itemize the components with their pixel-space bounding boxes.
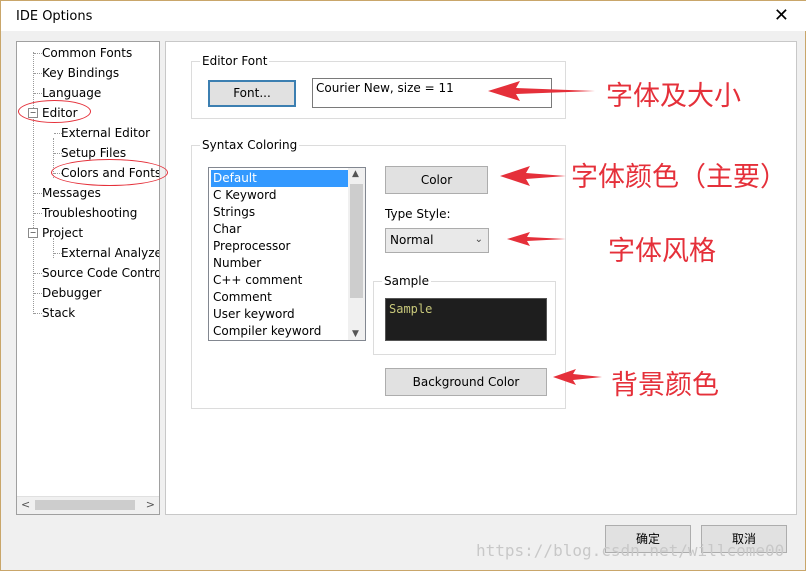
- tree-item-key-bindings[interactable]: Key Bindings: [42, 65, 119, 81]
- scroll-up-icon[interactable]: ▲: [352, 169, 359, 179]
- scroll-down-icon[interactable]: ▼: [352, 329, 359, 339]
- list-item[interactable]: Char: [211, 221, 349, 238]
- list-vertical-scrollbar[interactable]: ▲ ▼: [348, 168, 365, 340]
- tree-item-messages[interactable]: Messages: [42, 185, 101, 201]
- tree-horizontal-scrollbar[interactable]: < >: [17, 496, 159, 514]
- list-item[interactable]: Default: [211, 170, 349, 187]
- type-style-label: Type Style:: [385, 207, 451, 221]
- tree-item-troubleshooting[interactable]: Troubleshooting: [42, 205, 137, 221]
- tree-item-language[interactable]: Language: [42, 85, 101, 101]
- list-item[interactable]: Number: [211, 255, 349, 272]
- watermark: https://blog.csdn.net/willcome00: [476, 541, 785, 560]
- sample-preview: Sample: [385, 298, 547, 341]
- type-style-value: Normal: [390, 233, 434, 247]
- list-item[interactable]: C++ comment: [211, 272, 349, 289]
- tree-connector: [34, 213, 42, 214]
- tree-item-common-fonts[interactable]: Common Fonts: [42, 45, 132, 61]
- tree-guide: [33, 52, 34, 314]
- font-button[interactable]: Font...: [208, 80, 296, 107]
- scroll-thumb[interactable]: [350, 184, 363, 298]
- annotation-font-style: 字体风格: [608, 236, 716, 267]
- tree-item-external-editor[interactable]: External Editor: [61, 125, 150, 141]
- tree-item-external-analyzer[interactable]: External Analyzer: [61, 245, 159, 261]
- tree-item-project[interactable]: Project: [42, 225, 83, 241]
- scroll-thumb[interactable]: [35, 500, 135, 510]
- list-item[interactable]: Compiler keyword: [211, 323, 349, 340]
- highlight-oval-editor: [18, 100, 91, 123]
- tree-item-stack[interactable]: Stack: [42, 305, 75, 321]
- tree-connector: [34, 273, 42, 274]
- tree-guide: [53, 238, 54, 258]
- chevron-down-icon: ⌄: [474, 234, 483, 245]
- list-item[interactable]: User keyword: [211, 306, 349, 323]
- list-item[interactable]: Comment: [211, 289, 349, 306]
- title-bar: IDE Options ✕: [1, 1, 806, 31]
- list-item[interactable]: Strings: [211, 204, 349, 221]
- scroll-left-icon[interactable]: <: [21, 498, 30, 511]
- list-item[interactable]: C Keyword: [211, 187, 349, 204]
- annotation-font-size: 字体及大小: [606, 81, 741, 112]
- tree-connector: [34, 93, 42, 94]
- collapse-icon[interactable]: −: [28, 228, 38, 238]
- editor-font-legend: Editor Font: [200, 54, 270, 68]
- editor-font-group: Editor Font Font... Courier New, size = …: [191, 54, 566, 119]
- current-font-field: Courier New, size = 11: [312, 78, 552, 108]
- scroll-right-icon[interactable]: >: [146, 498, 155, 511]
- highlight-oval-colors-and-fonts: [51, 159, 168, 186]
- tree-item-debugger[interactable]: Debugger: [42, 285, 101, 301]
- tree-connector: [34, 53, 42, 54]
- background-color-button[interactable]: Background Color: [385, 368, 547, 396]
- color-button[interactable]: Color: [385, 166, 488, 194]
- window-title: IDE Options: [16, 9, 93, 24]
- list-item[interactable]: Preprocessor: [211, 238, 349, 255]
- tree-connector: [34, 193, 42, 194]
- syntax-coloring-group: Syntax Coloring Default C Keyword String…: [191, 138, 566, 409]
- type-style-select[interactable]: Normal ⌄: [385, 228, 489, 253]
- syntax-element-list[interactable]: Default C Keyword Strings Char Preproces…: [208, 167, 366, 341]
- annotation-bg-color: 背景颜色: [611, 370, 719, 401]
- tree-connector: [34, 73, 42, 74]
- tree-connector: [34, 313, 42, 314]
- sample-group: Sample Sample: [373, 274, 556, 355]
- syntax-coloring-legend: Syntax Coloring: [200, 138, 300, 152]
- sample-legend: Sample: [382, 274, 431, 288]
- annotation-font-color: 字体颜色（主要）: [571, 162, 787, 193]
- close-icon[interactable]: ✕: [774, 5, 789, 26]
- tree-connector: [34, 293, 42, 294]
- tree-item-source-code-control[interactable]: Source Code Control: [42, 265, 159, 281]
